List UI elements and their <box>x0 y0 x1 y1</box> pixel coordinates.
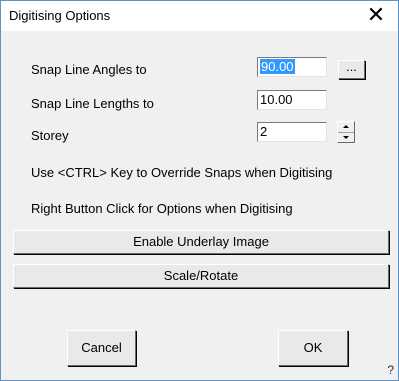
arrow-down-icon <box>343 136 349 139</box>
storey-label: Storey <box>31 128 69 143</box>
ok-button[interactable]: OK <box>278 330 348 366</box>
snap-angles-input[interactable]: 90.00 <box>257 57 327 77</box>
right-click-hint: Right Button Click for Options when Digi… <box>31 201 293 216</box>
snap-angles-value: 90.00 <box>260 59 295 74</box>
close-icon[interactable]: ✕ <box>354 1 398 31</box>
spin-up-button[interactable] <box>338 122 354 133</box>
help-icon[interactable]: ? <box>387 363 394 377</box>
spin-down-button[interactable] <box>338 133 354 143</box>
arrow-up-icon <box>343 125 349 128</box>
scale-rotate-button[interactable]: Scale/Rotate <box>13 264 389 288</box>
snap-angles-label: Snap Line Angles to <box>31 62 147 77</box>
snap-lengths-label: Snap Line Lengths to <box>31 96 154 111</box>
enable-underlay-image-button[interactable]: Enable Underlay Image <box>13 230 389 254</box>
storey-input[interactable]: 2 <box>257 122 327 142</box>
snap-lengths-input[interactable]: 10.00 <box>257 90 327 110</box>
storey-spinner[interactable] <box>337 121 355 143</box>
snap-angles-browse-button[interactable]: ... <box>338 60 365 79</box>
window-title: Digitising Options <box>9 8 111 23</box>
cancel-button[interactable]: Cancel <box>67 330 136 366</box>
ctrl-override-hint: Use <CTRL> Key to Override Snaps when Di… <box>31 165 333 180</box>
title-bar: Digitising Options ✕ <box>1 1 398 31</box>
digitising-options-dialog: Digitising Options ✕ Snap Line Angles to… <box>0 0 399 381</box>
